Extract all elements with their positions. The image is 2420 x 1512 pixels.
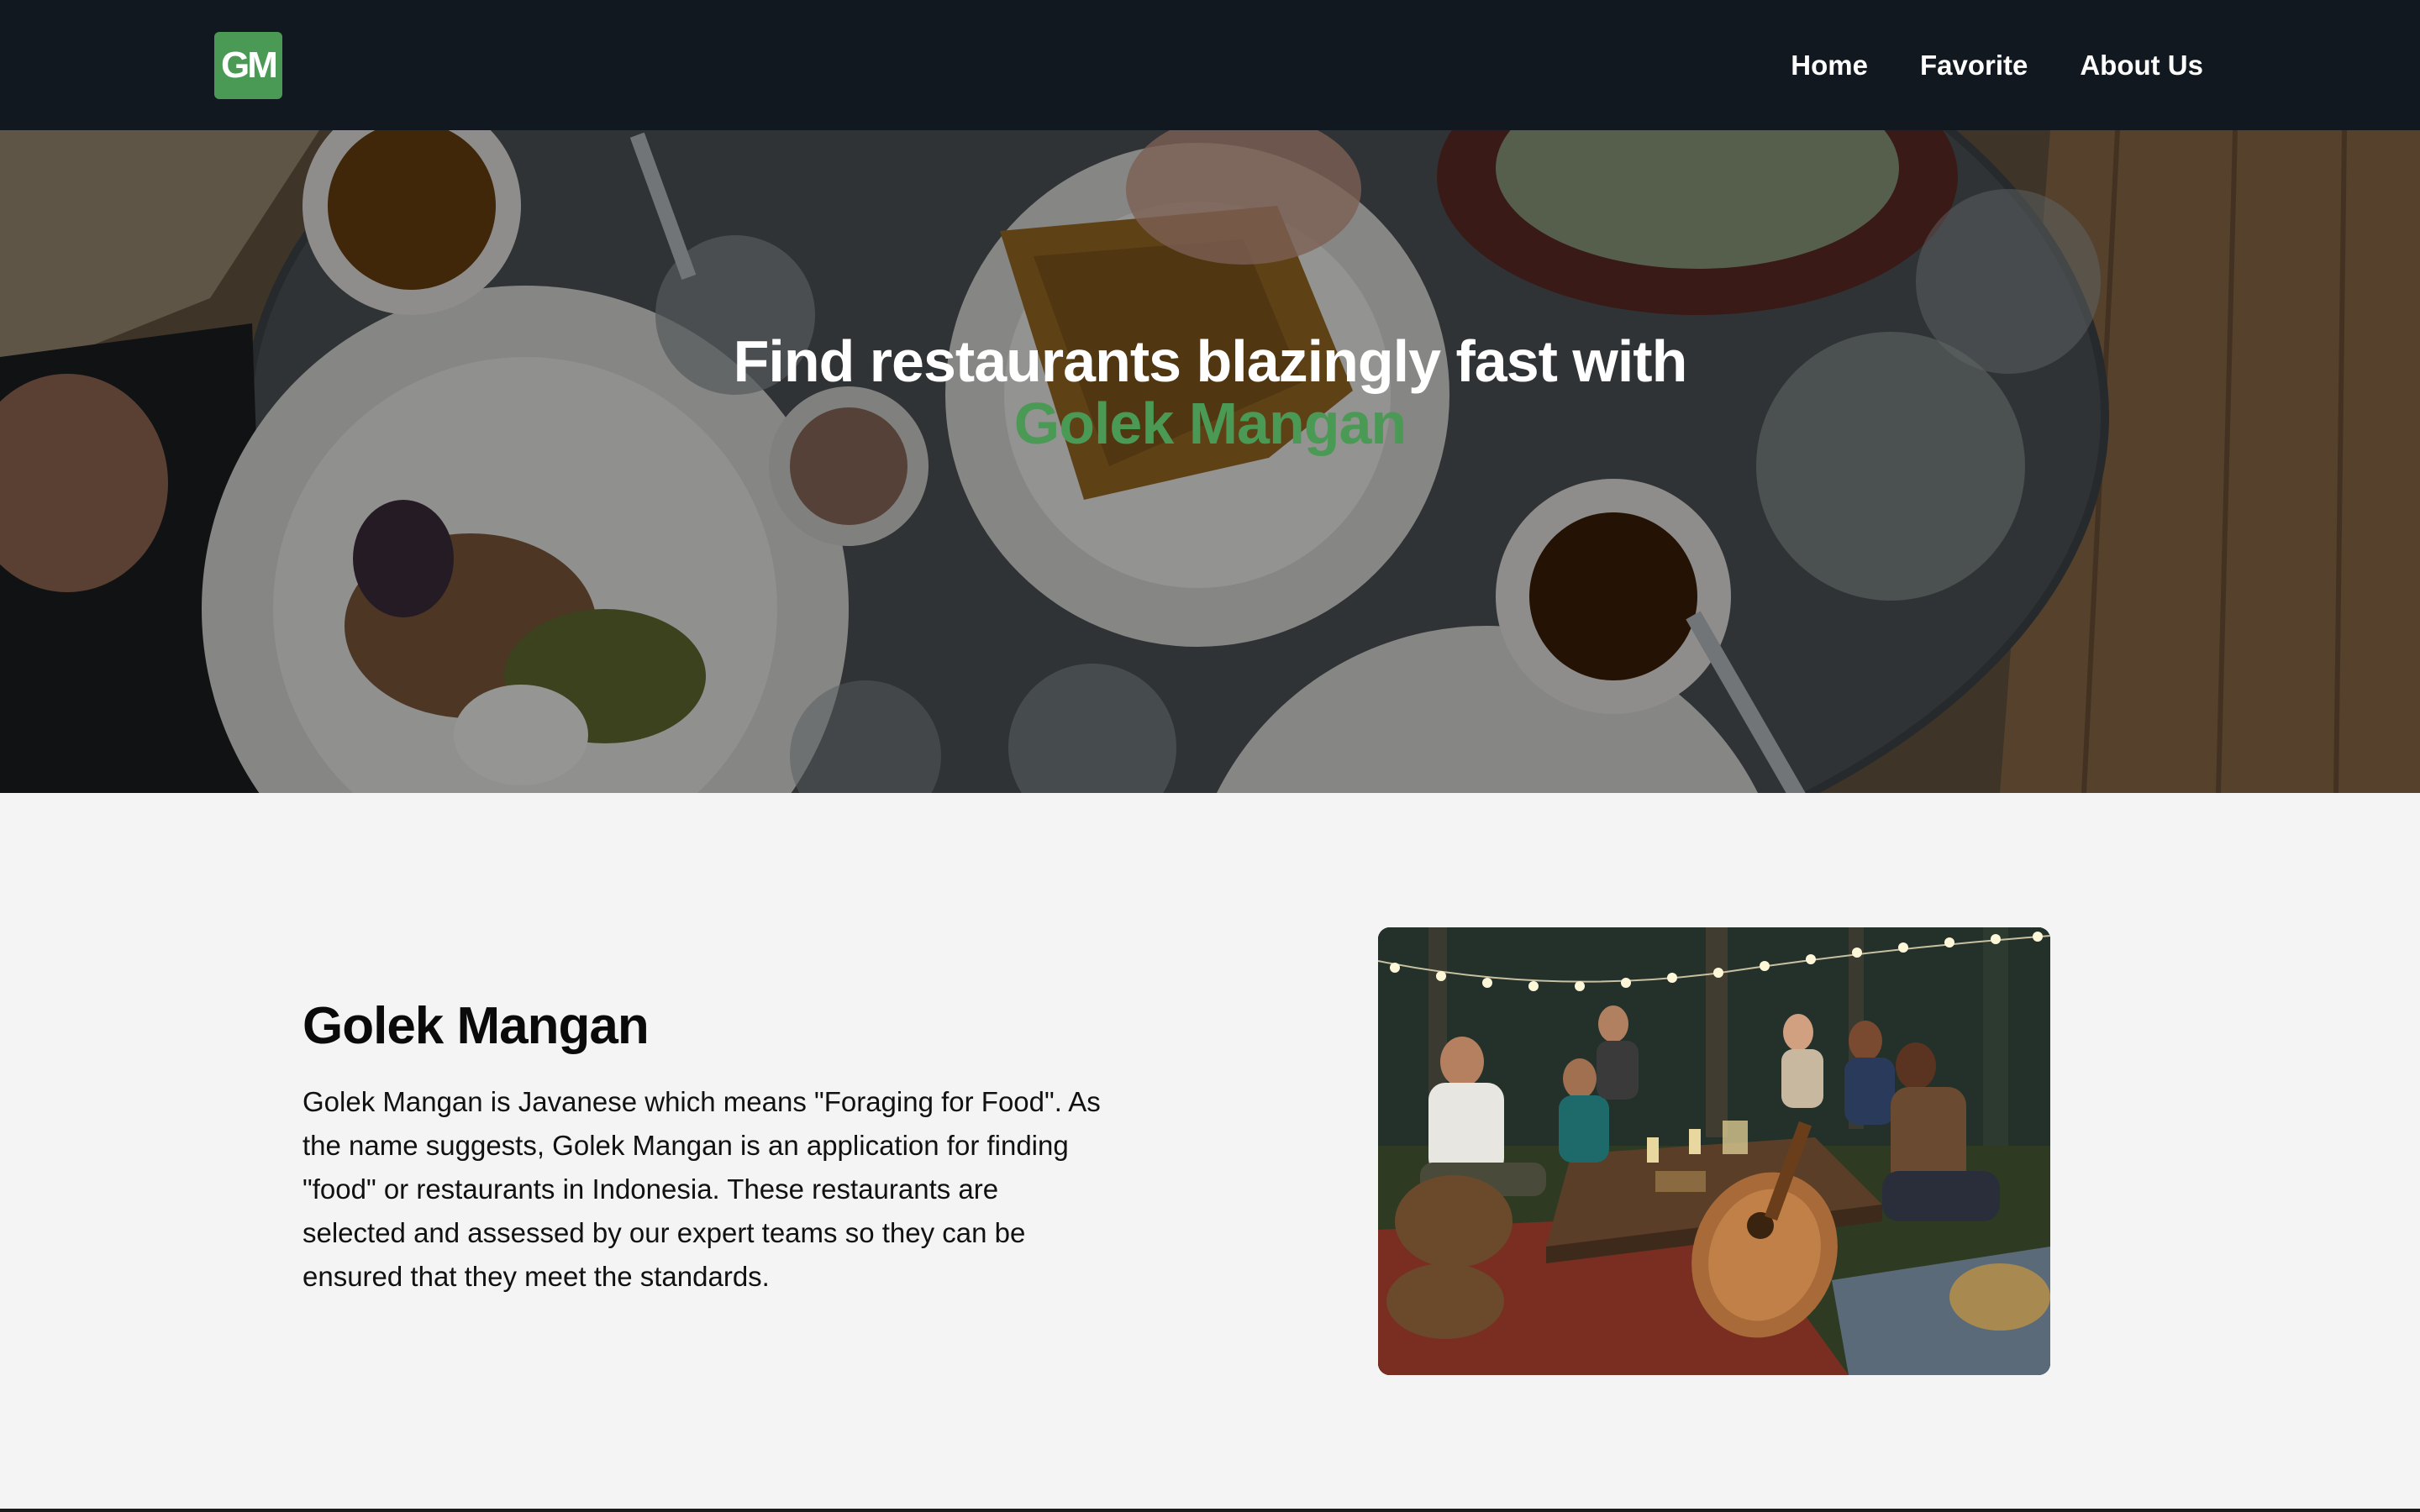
nav-link-home[interactable]: Home [1791,50,1868,81]
hero: Find restaurants blazingly fast with Gol… [0,130,2420,793]
footer-divider [0,1509,2420,1512]
logo[interactable]: GM [214,31,282,99]
nav-menu: Home Favorite About Us [1791,50,2203,81]
about-description: Golek Mangan is Javanese which means "Fo… [302,1086,1101,1292]
hero-headline-text: Find restaurants blazingly fast with [733,328,1688,394]
hero-headline: Find restaurants blazingly fast with Gol… [0,330,2420,454]
hero-overlay [0,130,2420,793]
about-image [1378,927,2050,1375]
nav-link-favorite[interactable]: Favorite [1920,50,2028,81]
about-section: Golek Mangan Golek Mangan is Javanese wh… [0,793,2420,1509]
dinner-party-photo [1378,927,2050,1375]
about-title: Golek Mangan [302,997,650,1055]
hero-brand-name: Golek Mangan [1013,391,1407,456]
nav-link-about-us[interactable]: About Us [2080,50,2203,81]
navbar: GM Home Favorite About Us [0,0,2420,130]
